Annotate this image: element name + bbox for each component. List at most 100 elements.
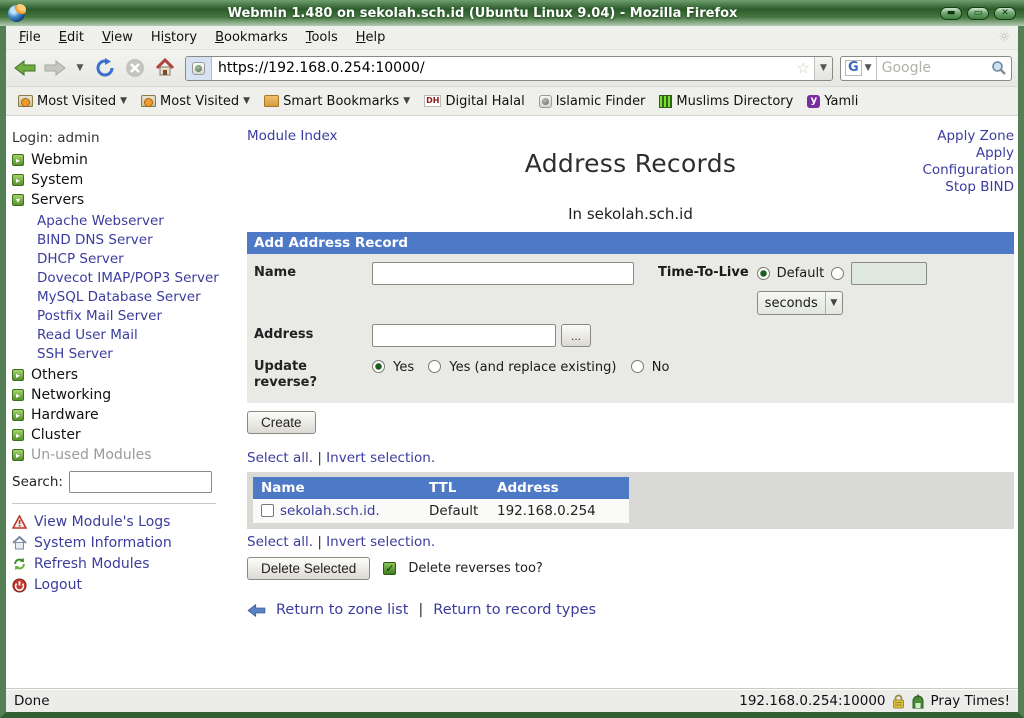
return-zone-list-link[interactable]: Return to zone list (276, 602, 408, 618)
search-engine-button[interactable]: G ▼ (841, 57, 877, 80)
select-all-link[interactable]: Select all. (247, 450, 313, 466)
delete-selected-button[interactable]: Delete Selected (247, 557, 370, 580)
close-button[interactable]: ✕ (994, 7, 1016, 20)
sidebar-item-webmin[interactable]: ▸Webmin (12, 150, 234, 170)
ttl-default-radio[interactable] (757, 267, 770, 280)
category-collapsed-icon: ▸ (12, 389, 24, 401)
return-links: Return to zone list | Return to record t… (247, 602, 1014, 618)
record-name-link[interactable]: sekolah.sch.id. (280, 503, 380, 519)
apply-configuration-link[interactable]: Apply Configuration (922, 145, 1014, 178)
ttl-custom-radio[interactable] (831, 267, 844, 280)
sidebar-link-ssh[interactable]: SSH Server (37, 344, 234, 363)
menu-tools[interactable]: Tools (297, 28, 347, 47)
stop-button[interactable] (122, 55, 148, 81)
menu-file[interactable]: File (10, 28, 50, 47)
update-reverse-label: Update reverse? (254, 356, 372, 391)
bookmark-muslims-directory[interactable]: Muslims Directory (655, 92, 797, 111)
invert-selection-link[interactable]: Invert selection. (326, 450, 435, 466)
address-browse-button[interactable]: ... (561, 324, 591, 347)
url-text[interactable]: https://192.168.0.254:10000/ (212, 60, 793, 76)
sidebar-item-cluster[interactable]: ▸Cluster (12, 425, 234, 445)
page-content: Login: admin ▸Webmin ▸System ▾Servers Ap… (6, 116, 1018, 689)
sidebar-link-refresh-modules[interactable]: Refresh Modules (12, 556, 234, 572)
back-button[interactable] (12, 55, 38, 81)
bookmark-star-icon[interactable]: ☆ (793, 59, 814, 77)
zone-actions: Apply Zone Apply Configuration Stop BIND (918, 128, 1014, 196)
return-record-types-link[interactable]: Return to record types (433, 602, 596, 618)
delete-reverses-checkbox[interactable]: ✓ (383, 562, 396, 575)
menu-bookmarks[interactable]: Bookmarks (206, 28, 297, 47)
window-frame: File Edit View History Bookmarks Tools H… (0, 26, 1024, 718)
status-text: Done (14, 693, 50, 709)
return-arrow-icon (247, 603, 266, 618)
bookmark-digital-halal[interactable]: DHDigital Halal (420, 92, 529, 111)
ttl-unit-select[interactable]: seconds ▼ (757, 291, 843, 315)
bookmark-yamli[interactable]: yYamli (803, 92, 862, 111)
ttl-value-input[interactable] (851, 262, 927, 285)
status-host: 192.168.0.254:10000 (739, 693, 885, 709)
bookmark-islamic-finder[interactable]: Islamic Finder (535, 92, 650, 111)
module-index-link[interactable]: Module Index (247, 128, 338, 144)
login-label: Login: admin (12, 130, 234, 146)
row-checkbox[interactable] (261, 504, 274, 517)
select-all-link[interactable]: Select all. (247, 534, 313, 550)
folder-icon (264, 95, 279, 107)
menu-view[interactable]: View (93, 28, 142, 47)
site-identity[interactable] (186, 57, 212, 80)
menu-history[interactable]: History (142, 28, 206, 47)
lock-icon[interactable] (892, 694, 905, 709)
pray-times-icon[interactable] (911, 694, 925, 709)
main-panel: Apply Zone Apply Configuration Stop BIND… (234, 116, 1018, 689)
update-yes-replace-radio[interactable] (428, 360, 441, 373)
name-input[interactable] (372, 262, 634, 285)
address-input[interactable] (372, 324, 556, 347)
history-dropdown-button[interactable]: ▼ (72, 55, 88, 81)
site-favicon-icon (192, 62, 205, 75)
bookmark-most-visited-1[interactable]: Most Visited▼ (14, 92, 131, 111)
url-bar[interactable]: https://192.168.0.254:10000/ ☆ ▼ (185, 56, 833, 81)
minimize-button[interactable]: ▬ (940, 7, 962, 20)
url-dropdown-button[interactable]: ▼ (814, 57, 832, 80)
sidebar-link-read-user-mail[interactable]: Read User Mail (37, 325, 234, 344)
navigation-toolbar: ▼ https://192.168.0.254:10000/ ☆ ▼ G ▼ (6, 50, 1018, 87)
home-button[interactable] (152, 55, 178, 81)
bookmark-most-visited-2[interactable]: Most Visited▼ (137, 92, 254, 111)
sidebar-item-system[interactable]: ▸System (12, 170, 234, 190)
window-title: Webmin 1.480 on sekolah.sch.id (Ubuntu L… (25, 6, 940, 21)
sidebar-link-bind-dns[interactable]: BIND DNS Server (37, 230, 234, 249)
sidebar-item-others[interactable]: ▸Others (12, 365, 234, 385)
sidebar-link-postfix[interactable]: Postfix Mail Server (37, 306, 234, 325)
sidebar-link-system-information[interactable]: System Information (12, 535, 234, 551)
sidebar-item-networking[interactable]: ▸Networking (12, 385, 234, 405)
pray-times-label[interactable]: Pray Times! (931, 693, 1011, 709)
module-search-input[interactable] (69, 471, 212, 493)
create-button[interactable]: Create (247, 411, 316, 434)
reload-button[interactable] (92, 55, 118, 81)
invert-selection-link[interactable]: Invert selection. (326, 534, 435, 550)
update-no-radio[interactable] (631, 360, 644, 373)
sidebar-link-dhcp[interactable]: DHCP Server (37, 249, 234, 268)
sidebar-link-dovecot[interactable]: Dovecot IMAP/POP3 Server (37, 268, 234, 287)
bookmark-smart-bookmarks[interactable]: Smart Bookmarks▼ (260, 92, 414, 111)
search-box[interactable]: G ▼ Google (840, 56, 1012, 81)
menu-edit[interactable]: Edit (50, 28, 93, 47)
sidebar-link-apache[interactable]: Apache Webserver (37, 211, 234, 230)
menu-help[interactable]: Help (347, 28, 395, 47)
delete-reverses-option[interactable]: ✓ Delete reverses too? (383, 561, 543, 576)
magnifier-icon[interactable] (991, 60, 1007, 76)
maximize-button[interactable]: ▭ (967, 7, 989, 20)
sidebar-item-servers[interactable]: ▾Servers (12, 190, 234, 210)
sidebar-link-logout[interactable]: Logout (12, 577, 234, 593)
sidebar-item-hardware[interactable]: ▸Hardware (12, 405, 234, 425)
ttl-label: Time-To-Live (658, 262, 749, 315)
sidebar-link-mysql[interactable]: MySQL Database Server (37, 287, 234, 306)
search-input[interactable]: Google (877, 60, 991, 76)
forward-button[interactable] (42, 55, 68, 81)
titlebar: Webmin 1.480 on sekolah.sch.id (Ubuntu L… (0, 0, 1024, 26)
apply-zone-link[interactable]: Apply Zone (937, 128, 1014, 144)
update-yes-radio[interactable] (372, 360, 385, 373)
sidebar-item-unused-modules[interactable]: ▸Un-used Modules (12, 445, 234, 465)
column-header-address: Address (489, 477, 629, 499)
stop-bind-link[interactable]: Stop BIND (945, 179, 1014, 195)
sidebar-link-view-logs[interactable]: View Module's Logs (12, 514, 234, 530)
